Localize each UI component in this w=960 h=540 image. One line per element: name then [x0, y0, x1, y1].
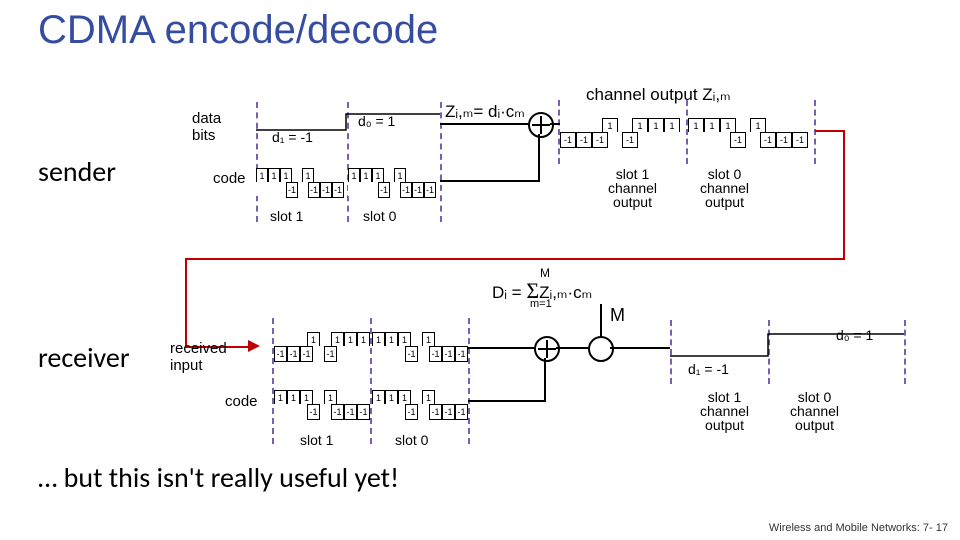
z-equation-label: Zᵢ,ₘ= dᵢ·cₘ [445, 102, 525, 122]
slot0-label: slot 0 [363, 208, 396, 224]
code-chips-slot1-bot: 1111-1-1-1-1 [274, 390, 370, 418]
wire [468, 400, 546, 402]
slot-divider [468, 318, 470, 444]
feedback-wire [185, 258, 187, 348]
d0-out-label: d₀ = 1 [836, 327, 873, 343]
wire [610, 347, 670, 349]
multiply-node-sender [528, 112, 554, 138]
slot0-label-bot: slot 0 [395, 432, 428, 448]
wire [600, 304, 602, 338]
M-label: M [610, 305, 625, 326]
feedback-wire [815, 130, 845, 132]
Di-prefix: Dᵢ = [492, 283, 526, 302]
slot1-label-bot: slot 1 [300, 432, 333, 448]
feedback-wire [185, 258, 845, 260]
slot1-chanout-label-bot: slot 1 channel output [700, 390, 749, 432]
slot1-label: slot 1 [270, 208, 303, 224]
d1-out-label: d₁ = -1 [688, 361, 729, 377]
sum-node-receiver [588, 336, 614, 362]
wire [556, 347, 588, 349]
arrowhead-icon [248, 340, 262, 354]
wire [544, 358, 546, 400]
slide-footer: Wireless and Mobile Networks: 7- 17 [769, 522, 948, 534]
received-input-label: received input [170, 340, 227, 374]
multiply-node-receiver [534, 336, 560, 362]
wire [550, 123, 560, 125]
feedback-wire [843, 130, 845, 260]
slot1-chanout-label: slot 1 channel output [608, 167, 657, 209]
code-chips-slot0-bot: 1111-1-1-1-1 [372, 390, 468, 418]
receiver-label: receiver [38, 340, 130, 375]
wire [440, 123, 528, 125]
data-bits-waveform [256, 110, 442, 140]
slide-note: … but this isn't really useful yet! [38, 460, 399, 495]
chanout-chips-slot0: 1111-1-1-1-1 [688, 118, 808, 146]
recv-chips-slot0: 1111-1-1-1-1 [372, 332, 468, 360]
code-chips-slot1: 1111-1-1-1-1 [256, 168, 344, 196]
channel-output-heading: channel output Zᵢ,ₘ [586, 85, 731, 105]
code-label-top: code [213, 170, 246, 187]
wire [468, 347, 534, 349]
slot-divider [814, 100, 816, 164]
sum-lower-limit: m=1 [530, 298, 552, 310]
slot0-chanout-label: slot 0 channel output [700, 167, 749, 209]
slot0-chanout-label-bot: slot 0 channel output [790, 390, 839, 432]
wire [538, 134, 540, 180]
sum-upper-limit: M [540, 266, 550, 280]
wire [440, 180, 540, 182]
code-label-bot: code [225, 393, 258, 410]
chanout-chips-slot1: 1111-1-1-1-1 [560, 118, 680, 146]
page-title: CDMA encode/decode [38, 8, 438, 53]
code-chips-slot0: 1111-1-1-1-1 [348, 168, 436, 196]
recv-chips-slot1: 1111-1-1-1-1 [274, 332, 370, 360]
data-bits-label: data bits [192, 110, 221, 144]
sender-label: sender [38, 154, 116, 189]
